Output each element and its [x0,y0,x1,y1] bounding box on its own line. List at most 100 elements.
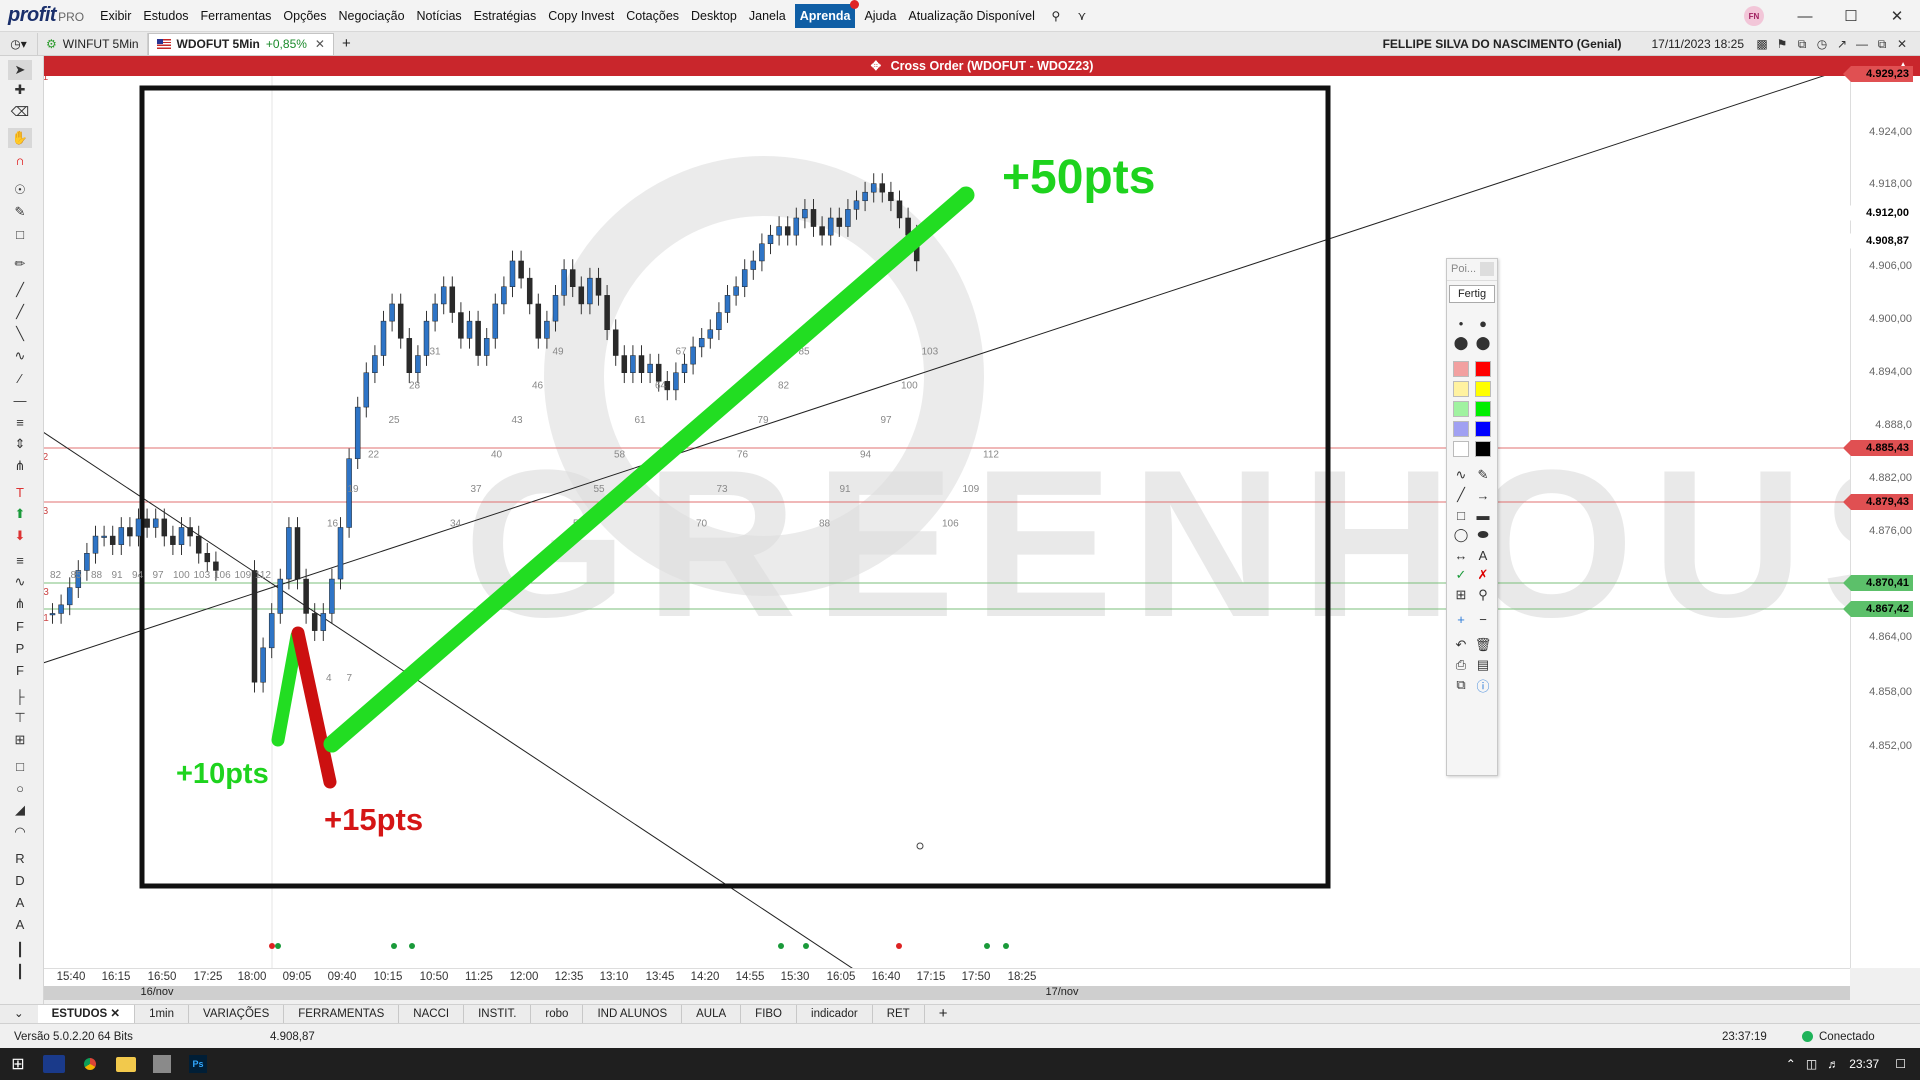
time-axis[interactable]: 15:40 16:15 16:50 17:25 18:00 09:05 09:40 10:15… [44,968,1850,986]
r-tool-icon[interactable]: R [8,848,32,868]
clock-menu-icon[interactable]: ◷▾ [0,32,38,55]
close-button[interactable]: ✕ [1874,7,1920,25]
add-workspace-button[interactable]: + [925,1005,962,1023]
palette-tool-icon[interactable]: • [1451,313,1471,333]
channel-tool-icon[interactable]: ⁄ [8,368,32,388]
rectangle-tool-icon[interactable]: □ [8,756,32,776]
notifications-icon[interactable]: ☐ [1895,1057,1906,1071]
menu-6[interactable]: Estratégias [468,0,543,32]
text-box-tool-icon[interactable]: □ [8,224,32,244]
color-swatch[interactable] [1473,359,1493,379]
brush-tool-icon[interactable]: ✏ [8,254,32,274]
timer-icon[interactable]: ◷ [1812,37,1832,51]
photoshop-icon[interactable]: Ps [180,1048,216,1080]
price-chart[interactable]: GREENHOUSEV1V2V3C3C182858891949710010310… [44,76,1850,968]
target-tool-icon[interactable]: ☉ [8,180,32,200]
menu-4[interactable]: Negociação [333,0,411,32]
palette-tool-icon[interactable]: ▤ [1473,655,1493,675]
minimize-button[interactable]: — [1782,8,1828,25]
workspace-tab-indicador[interactable]: indicador [797,1005,873,1023]
color-swatch[interactable] [1473,439,1493,459]
workspace-tab-fibo[interactable]: FIBO [741,1005,798,1023]
add-tab-button[interactable]: + [334,33,359,55]
line-tool-icon[interactable]: ╱ [8,280,32,300]
workspace-tab-ret[interactable]: RET [873,1005,925,1023]
palette-tool-icon[interactable]: ✓ [1451,565,1471,585]
palette-tool-icon[interactable]: 🗑 [1473,635,1493,655]
workspace-tab-instit-[interactable]: INSTIT. [464,1005,532,1023]
text-tool-icon[interactable]: T [8,482,32,502]
menu-10[interactable]: Janela [743,0,792,32]
volume-icon[interactable]: ♬ [1827,1057,1839,1071]
palette-close-icon[interactable] [1480,262,1494,276]
menu-5[interactable]: Notícias [411,0,468,32]
workspace-expand-icon[interactable]: ⌄ [0,1005,38,1023]
color-swatch[interactable] [1451,419,1471,439]
buy-arrow-icon[interactable]: ⬆ [8,504,32,524]
menu-1[interactable]: Estudos [137,0,194,32]
menu-after-0[interactable]: Ajuda [858,0,902,32]
menu-3[interactable]: Opções [277,0,332,32]
polyline-tool-icon[interactable]: ∿ [8,346,32,366]
app-icon[interactable] [144,1048,180,1080]
pen-tool-icon[interactable]: ✎ [8,202,32,222]
network-icon[interactable]: ◫ [1806,1057,1817,1071]
palette-tool-icon[interactable]: + [1451,609,1471,629]
palette-tool-icon[interactable]: → [1473,485,1493,505]
vlines-tool-icon[interactable]: ┃ [8,940,32,960]
measure-v-icon[interactable]: ⊤ [8,708,32,728]
windows-start-icon[interactable]: ⊞ [0,1048,36,1080]
segment-tool-icon[interactable]: ╲ [8,324,32,344]
windows-icon[interactable]: ⧉ [1792,37,1812,52]
color-swatch[interactable] [1473,379,1493,399]
hand-tool-icon[interactable]: ✋ [8,128,32,148]
workspace-tab-estudos[interactable]: ESTUDOS ✕ [37,1005,136,1023]
color-swatch[interactable] [1451,439,1471,459]
share-icon[interactable]: ⋎ [1071,5,1093,27]
workspace-tab-1min[interactable]: 1min [135,1005,189,1023]
circle-tool-icon[interactable]: ○ [8,778,32,798]
menu-8[interactable]: Cotações [620,0,685,32]
palette-tool-icon[interactable]: ⎙ [1451,655,1471,675]
palette-tool-icon[interactable]: ▬ [1473,505,1493,525]
palette-tool-icon[interactable]: − [1473,609,1493,629]
triangle-tool-icon[interactable]: ◢ [8,800,32,820]
tray-chevron-icon[interactable]: ⌃ [1786,1057,1796,1071]
color-swatch[interactable] [1451,399,1471,419]
trend-icon[interactable]: ↗ [1832,37,1852,51]
menu-9[interactable]: Desktop [685,0,743,32]
color-swatch[interactable] [1451,379,1471,399]
workspace-tab-robo[interactable]: robo [531,1005,584,1023]
sell-arrow-icon[interactable]: ⬇ [8,526,32,546]
workspace-tab-ferramentas[interactable]: FERRAMENTAS [284,1005,400,1023]
restore-chart-icon[interactable]: ⧉ [1872,37,1892,52]
menu-0[interactable]: Exibir [94,0,137,32]
profit-taskbar-icon[interactable] [36,1048,72,1080]
menu-2[interactable]: Ferramentas [195,0,278,32]
magnet-tool-icon[interactable]: ∩ [8,150,32,170]
crosshair-tool-icon[interactable]: ✚ [8,80,32,100]
hlines-tool-icon[interactable]: ≡ [8,412,32,432]
palette-tool-icon[interactable]: ⓘ [1473,675,1493,695]
menu-aprenda[interactable]: Aprenda [794,0,860,28]
fib-fan-icon[interactable]: ⋔ [8,594,32,614]
workspace-tab-nacci[interactable]: NACCI [399,1005,465,1023]
share-icon[interactable]: ⚑ [1772,37,1792,51]
workspace-tab-varia-es[interactable]: VARIAÇÕES [189,1005,285,1023]
d-tool-icon[interactable]: D [8,870,32,890]
color-swatch[interactable] [1473,399,1493,419]
palette-tool-icon[interactable]: □ [1451,505,1471,525]
range-tool-icon[interactable]: ⇕ [8,434,32,454]
palette-tool-icon[interactable]: ⬤ [1473,333,1493,353]
menu-7[interactable]: Copy Invest [542,0,620,32]
color-swatch[interactable] [1451,359,1471,379]
arc-tool-icon[interactable]: ◠ [8,822,32,842]
book-icon[interactable]: ▩ [1752,37,1772,51]
fork-tool-icon[interactable]: ⋔ [8,456,32,476]
fib-proj-icon[interactable]: P [8,638,32,658]
fertig-button[interactable]: Fertig [1449,285,1495,303]
grid-tool-icon[interactable]: ⊞ [8,730,32,750]
palette-tool-icon[interactable]: ⊞ [1451,585,1471,605]
pointer-tool-icon[interactable]: ➤ [8,60,32,80]
palette-tool-icon[interactable]: ✎ [1473,465,1493,485]
